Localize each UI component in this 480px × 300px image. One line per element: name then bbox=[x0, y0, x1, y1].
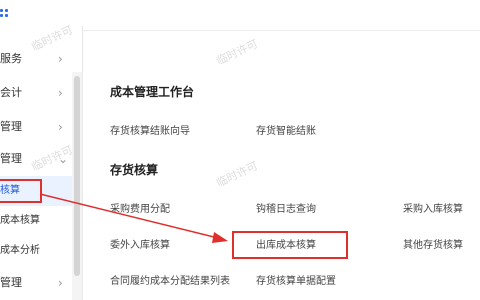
chevron-right-icon: › bbox=[58, 52, 63, 66]
link-outsourced-inbound[interactable]: 委外入库核算 bbox=[110, 236, 170, 251]
sidebar-item-label: 管理 bbox=[0, 276, 22, 289]
scroll-thumb[interactable] bbox=[74, 76, 80, 276]
link-other-inventory[interactable]: 其他存货核算 bbox=[403, 236, 463, 251]
sidebar-item-management-b[interactable]: 管理 › bbox=[0, 268, 72, 298]
link-doc-config[interactable]: 存货核算单据配置 bbox=[256, 272, 336, 287]
sidebar-item-accounting[interactable]: 会计 › bbox=[0, 78, 72, 108]
chevron-right-icon: › bbox=[58, 120, 63, 134]
link-closing-wizard[interactable]: 存货核算结账向导 bbox=[110, 122, 190, 137]
watermark: 临时许可 bbox=[214, 37, 260, 68]
link-audit-log[interactable]: 钩稽日志查询 bbox=[256, 200, 316, 215]
sidebar-item-label: 服务 bbox=[0, 52, 22, 65]
top-bar bbox=[0, 0, 480, 26]
link-smart-closing[interactable]: 存货智能结账 bbox=[256, 122, 316, 137]
link-contract-cost-list[interactable]: 合同履约成本分配结果列表 bbox=[110, 272, 230, 287]
link-purchase-fee[interactable]: 采购费用分配 bbox=[110, 200, 170, 215]
divider bbox=[83, 30, 480, 31]
main-content: 成本管理工作台 存货核算结账向导 存货智能结账 存货核算 采购费用分配 钩稽日志… bbox=[83, 26, 480, 300]
chevron-right-icon: › bbox=[58, 276, 63, 290]
sidebar-item-label: 管理 bbox=[0, 152, 22, 165]
target-highlight-box bbox=[232, 231, 348, 259]
sidebar-item-label: 成本核算 bbox=[0, 215, 40, 226]
sidebar-scrollbar[interactable] bbox=[72, 72, 82, 300]
link-purchase-inbound[interactable]: 采购入库核算 bbox=[403, 200, 463, 215]
sidebar-item-label: 管理 bbox=[0, 120, 22, 133]
section-title-workbench: 成本管理工作台 bbox=[110, 85, 195, 99]
section-title-inventory: 存货核算 bbox=[110, 163, 159, 177]
chevron-right-icon: › bbox=[58, 86, 63, 100]
sidebar-highlight-box bbox=[0, 179, 42, 203]
watermark: 临时许可 bbox=[214, 159, 260, 190]
sidebar-item-cost-analysis[interactable]: 成本分析 bbox=[0, 236, 72, 266]
sidebar-item-management-a[interactable]: 管理 › bbox=[0, 112, 72, 142]
app-grid-icon[interactable] bbox=[0, 9, 8, 18]
sidebar-item-cost-accounting[interactable]: 成本核算 bbox=[0, 206, 72, 236]
sidebar-item-label: 会计 bbox=[0, 86, 22, 99]
sidebar-item-label: 成本分析 bbox=[0, 245, 40, 256]
